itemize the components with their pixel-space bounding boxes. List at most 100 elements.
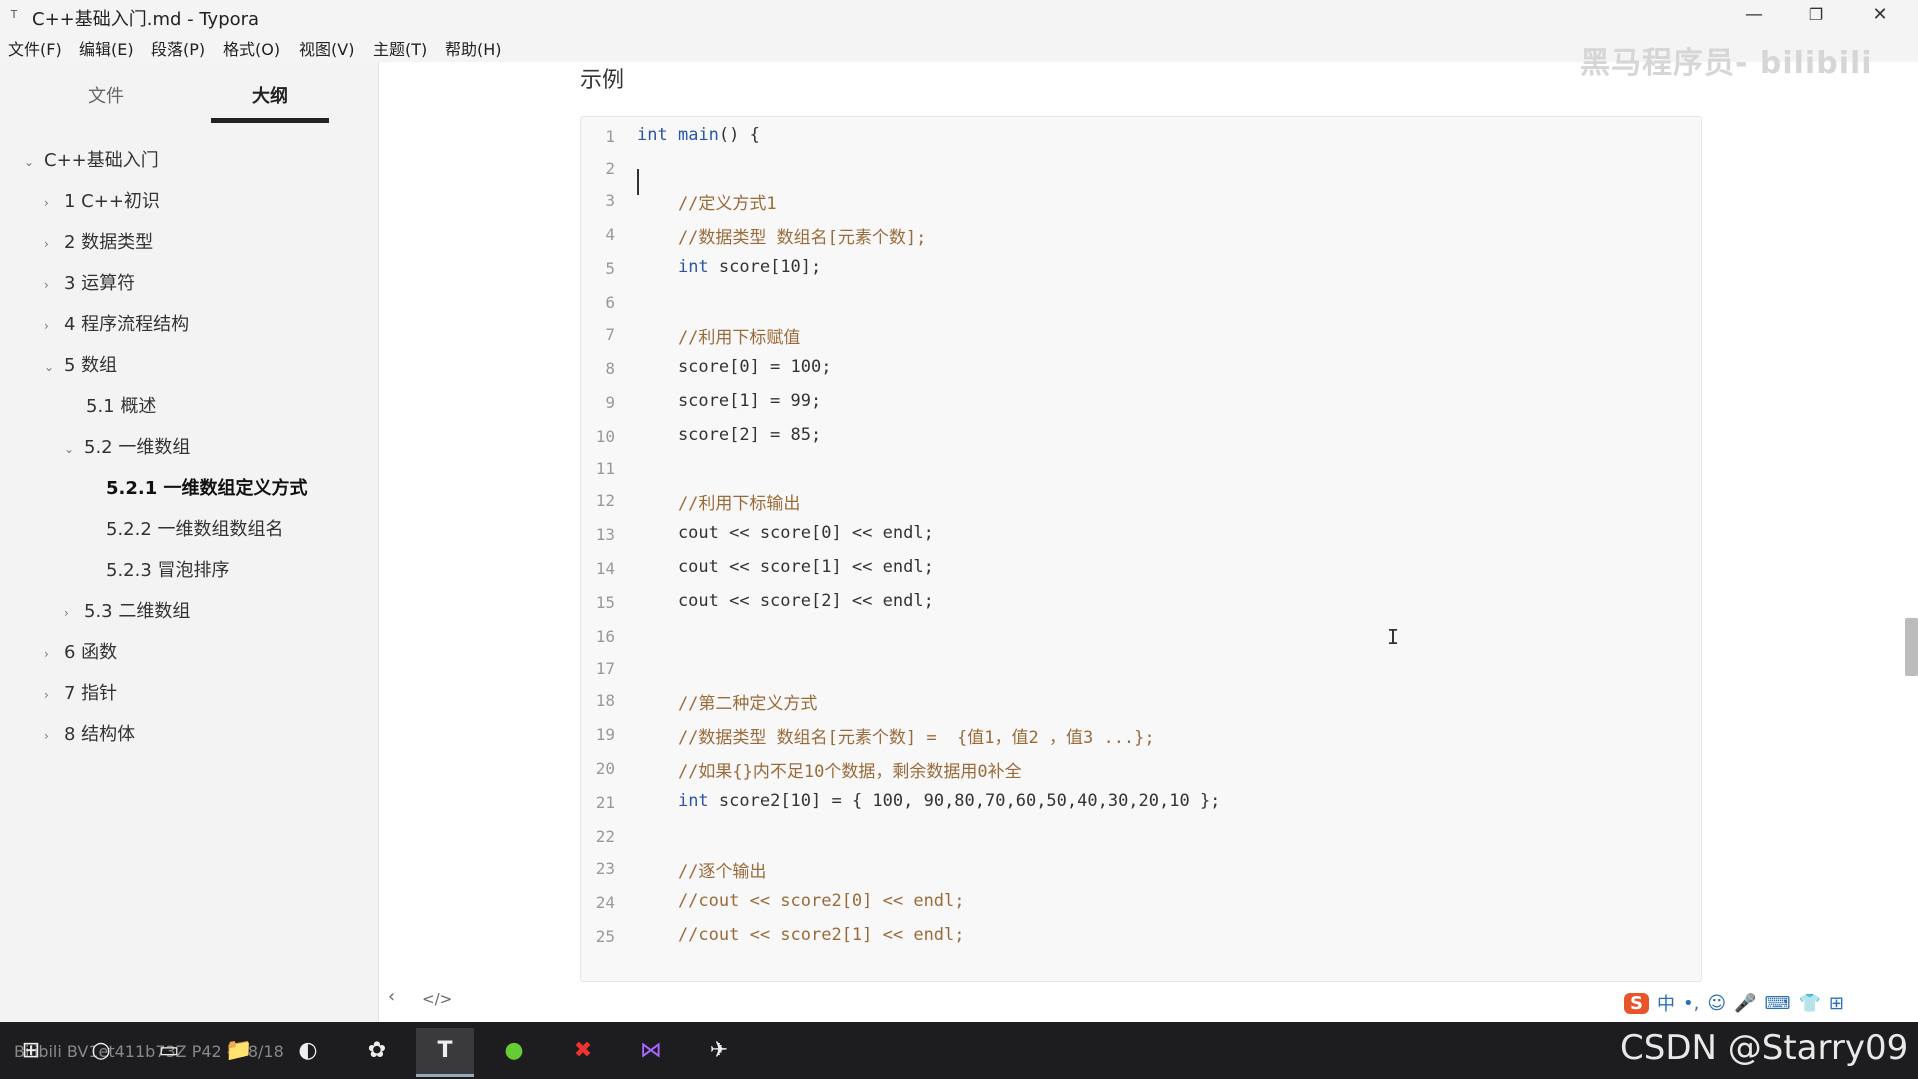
- minimize-button[interactable]: —: [1726, 0, 1782, 30]
- chevron-right-icon: ›: [44, 647, 49, 661]
- microphone-icon[interactable]: 🎤: [1734, 993, 1756, 1014]
- code-line: int score2[10] = { 100, 90,80,70,60,50,4…: [677, 791, 1221, 811]
- line-number: 6: [605, 293, 615, 312]
- line-number: 14: [595, 559, 615, 578]
- i-beam-cursor-icon: I: [1387, 625, 1400, 649]
- line-number: 11: [595, 459, 615, 478]
- watermark: 黑马程序员- bilibili: [1580, 46, 1873, 81]
- chevron-right-icon: ›: [44, 688, 49, 702]
- toc-item[interactable]: › 6 函数: [44, 638, 117, 664]
- line-number: 25: [595, 927, 615, 946]
- menu-theme[interactable]: 主题(T): [373, 36, 427, 60]
- toc-item[interactable]: 5.1 概述: [86, 392, 156, 418]
- code-line: //cout << score2[1] << endl;: [637, 925, 965, 945]
- toc-item[interactable]: ⌄ 5 数组: [44, 351, 117, 377]
- line-number: 19: [595, 725, 615, 744]
- ime-punctuation-icon[interactable]: •,: [1683, 993, 1699, 1014]
- collapse-sidebar-icon[interactable]: ‹: [388, 986, 395, 1007]
- emoji-icon[interactable]: ☺: [1707, 993, 1726, 1014]
- toc-item[interactable]: › 1 C++初识: [44, 187, 160, 213]
- toc-item[interactable]: › 2 数据类型: [44, 228, 153, 254]
- chevron-right-icon: ›: [44, 319, 49, 333]
- toc-item[interactable]: 5.2.3 冒泡排序: [106, 556, 230, 582]
- line-number: 12: [595, 491, 615, 510]
- menu-view[interactable]: 视图(V): [299, 36, 354, 60]
- menu-help[interactable]: 帮助(H): [445, 36, 502, 60]
- task-view-icon[interactable]: ▭: [140, 1028, 198, 1074]
- line-number: 13: [595, 525, 615, 544]
- line-number: 4: [605, 225, 615, 244]
- code-line: //数据类型 数组名[元素个数] = {值1，值2 ，值3 ...};: [637, 728, 1155, 748]
- source-code-mode-icon[interactable]: </>: [422, 990, 452, 1008]
- line-number: 21: [595, 793, 615, 812]
- skin-icon[interactable]: 👕: [1798, 993, 1820, 1014]
- line-number-gutter: 1 2 3 4 5 6 7 8 9 10 11 12 13 14 15 16 17 18 19 20 21 22 23 24 2…: [581, 117, 626, 981]
- line-number: 9: [605, 393, 615, 412]
- chevron-down-icon: ⌄: [64, 442, 75, 456]
- toc-item[interactable]: ⌄ C++基础入门: [24, 146, 159, 172]
- chevron-right-icon: ›: [44, 278, 49, 292]
- typora-app-icon: T: [10, 8, 18, 21]
- active-tab-indicator: [211, 118, 329, 123]
- line-number: 10: [595, 427, 615, 446]
- line-number: 3: [605, 191, 615, 210]
- code-block[interactable]: 1 2 3 4 5 6 7 8 9 10 11 12 13 14 15 16 17 18 19 20 21 22 23 24 2…: [580, 116, 1702, 982]
- chevron-right-icon: ›: [64, 606, 69, 620]
- title-bar: T C++基础入门.md - Typora — ❐ ✕: [0, 0, 1918, 30]
- code-line: cout << score[0] << endl;: [637, 523, 934, 543]
- green-app-icon[interactable]: ●: [485, 1028, 543, 1074]
- window-title: C++基础入门.md - Typora: [32, 9, 260, 30]
- toc-item[interactable]: › 5.3 二维数组: [64, 597, 190, 623]
- line-number: 1: [605, 127, 615, 146]
- sidebar: 文件 大纲 ⌄ C++基础入门 › 1 C++初识 › 2 数据类型 › 3 运算符 ›…: [0, 62, 379, 1022]
- line-number: 24: [595, 893, 615, 912]
- line-number: 8: [605, 359, 615, 378]
- code-line: //利用下标输出: [637, 494, 801, 514]
- search-icon[interactable]: ○: [72, 1028, 130, 1074]
- line-number: 18: [595, 691, 615, 710]
- ime-toolbar: S 中 •, ☺ 🎤 ⌨ 👕 ⊞: [1624, 986, 1844, 1020]
- tab-outline[interactable]: 大纲: [211, 82, 329, 108]
- visual-studio-icon[interactable]: ⋈: [622, 1028, 680, 1074]
- chevron-down-icon: ⌄: [24, 155, 35, 169]
- bird-app-icon[interactable]: ✈: [690, 1028, 748, 1074]
- menu-file[interactable]: 文件(F): [8, 36, 62, 60]
- file-explorer-icon[interactable]: 📁: [210, 1028, 268, 1074]
- csdn-watermark: CSDN @Starry09: [1620, 1028, 1909, 1068]
- maximize-button[interactable]: ❐: [1788, 0, 1844, 30]
- toc-item[interactable]: 5.2.2 一维数组数组名: [106, 515, 284, 541]
- sogou-logo-icon[interactable]: S: [1624, 992, 1649, 1014]
- line-number: 17: [595, 659, 615, 678]
- close-button[interactable]: ✕: [1852, 0, 1908, 30]
- chevron-down-icon: ⌄: [44, 360, 55, 374]
- ime-mode-icon[interactable]: 中: [1657, 990, 1675, 1016]
- line-number: 23: [595, 859, 615, 878]
- line-number: 5: [605, 259, 615, 278]
- toc-item-active[interactable]: 5.2.1 一维数组定义方式: [106, 474, 308, 500]
- chevron-right-icon: ›: [44, 237, 49, 251]
- keyboard-icon[interactable]: ⌨: [1765, 993, 1791, 1014]
- toc-item[interactable]: › 8 结构体: [44, 720, 135, 746]
- toc-item[interactable]: › 3 运算符: [44, 269, 135, 295]
- code-line: //cout << score2[0] << endl;: [637, 891, 965, 911]
- line-number: 16: [595, 627, 615, 646]
- code-line: //利用下标赋值: [637, 328, 801, 348]
- tab-files[interactable]: 文件: [47, 82, 165, 108]
- scrollbar-thumb[interactable]: [1905, 618, 1918, 676]
- code-line: int main() {: [637, 125, 760, 145]
- windows-start-icon[interactable]: ⊞: [2, 1028, 60, 1074]
- menu-paragraph[interactable]: 段落(P): [151, 36, 205, 60]
- code-line: //定义方式1: [637, 194, 777, 214]
- menu-edit[interactable]: 编辑(E): [79, 36, 134, 60]
- edge-browser-icon[interactable]: ◐: [279, 1028, 337, 1074]
- code-line: //数据类型 数组名[元素个数];: [637, 228, 927, 248]
- toc-item[interactable]: › 4 程序流程结构: [44, 310, 189, 336]
- menu-format[interactable]: 格式(O): [223, 36, 280, 60]
- toc-item[interactable]: › 7 指针: [44, 679, 117, 705]
- typora-icon[interactable]: T: [416, 1028, 474, 1077]
- xmind-icon[interactable]: ✖: [554, 1028, 612, 1074]
- chat-app-icon[interactable]: ✿: [348, 1028, 406, 1074]
- toc-item[interactable]: ⌄ 5.2 一维数组: [64, 433, 190, 459]
- line-number: 15: [595, 593, 615, 612]
- toolbox-icon[interactable]: ⊞: [1829, 993, 1844, 1014]
